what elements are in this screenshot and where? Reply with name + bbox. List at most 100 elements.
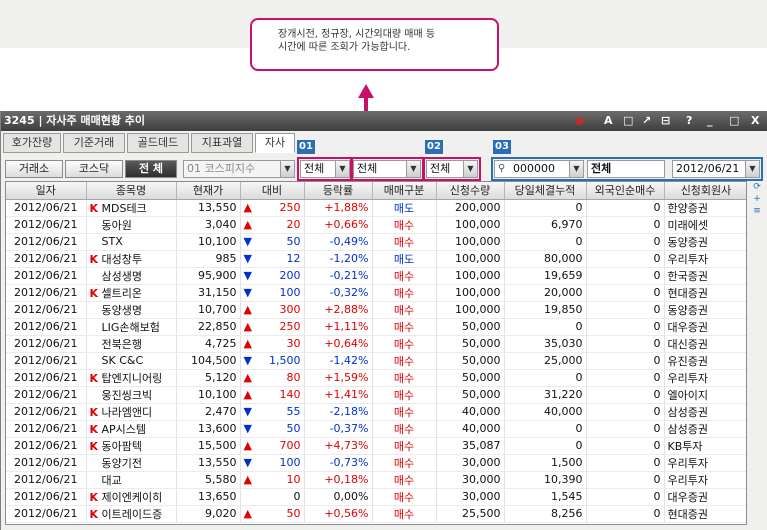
cell-name: K 나라엠앤디: [86, 403, 177, 421]
help-icon[interactable]: ?: [686, 111, 692, 131]
col-price-header[interactable]: 현재가: [176, 182, 241, 200]
col-date-header[interactable]: 일자: [6, 182, 87, 200]
table-row[interactable]: 2012/06/21 K 대성창투 985 ▼ 12 -1,20% 매도 100,000 80,0…: [6, 250, 746, 268]
cell-price: 10,100: [176, 233, 241, 251]
index-select[interactable]: 01 코스피지수 ▼: [183, 160, 295, 178]
diff-value: 50: [286, 235, 301, 248]
table-row[interactable]: 2012/06/21 K 탑엔지니어링 5,120 ▲ 80 +1,59% 매수 50,000 0…: [6, 369, 746, 387]
cell-price: 95,900: [176, 267, 241, 285]
col-qty-header[interactable]: 신청수량: [436, 182, 505, 200]
table-row[interactable]: 2012/06/21 K 셀트리온 31,150 ▼ 100 -0,32% 매수 100,000…: [6, 284, 746, 302]
diff-value: 140: [279, 388, 301, 401]
cell-date: 2012/06/21: [6, 437, 87, 455]
up-arrow-icon: ▲: [243, 371, 252, 384]
cell-name: K 대성창투: [86, 250, 177, 268]
diff-value: 30: [286, 337, 301, 350]
table-row[interactable]: 2012/06/21 웅진씽크빅 10,100 ▲ 140 +1,41% 매수 50,000 3…: [6, 386, 746, 404]
stock-name: STX: [101, 235, 123, 248]
diff-value: 50: [286, 507, 301, 520]
cell-date: 2012/06/21: [6, 454, 87, 472]
expand-icon[interactable]: +: [749, 193, 765, 205]
col-type-header[interactable]: 매매구분: [372, 182, 437, 200]
cell-price: 10,100: [176, 386, 241, 404]
cell-diff: ▼ 1,500: [240, 352, 305, 370]
cell-foreign: 0: [586, 284, 665, 302]
cell-foreign: 0: [586, 301, 665, 319]
kosdaq-button[interactable]: 코스닥: [65, 160, 123, 178]
cell-cum: 6,970: [504, 216, 587, 234]
cell-price: 22,850: [176, 318, 241, 336]
table-row[interactable]: 2012/06/21 LIG손해보험 22,850 ▲ 250 +1,11% 매수 50,00…: [6, 318, 746, 336]
layout-icon[interactable]: ⊟: [661, 111, 670, 131]
col-rate-header[interactable]: 등락률: [304, 182, 373, 200]
stock-name: 대교: [101, 473, 122, 487]
tab-hoga[interactable]: 호가잔량: [3, 133, 61, 153]
minimize-icon[interactable]: _: [707, 111, 713, 131]
kosdaq-marker: K: [89, 507, 99, 521]
table-row[interactable]: 2012/06/21 K 동아팜텍 15,500 ▲ 700 +4,73% 매수 35,087 0…: [6, 437, 746, 455]
stock-name: LIG손해보험: [101, 320, 160, 334]
all-market-button[interactable]: 전 체: [125, 160, 177, 178]
cell-date: 2012/06/21: [6, 471, 87, 489]
cell-foreign: 0: [586, 437, 665, 455]
cell-date: 2012/06/21: [6, 420, 87, 438]
refresh-icon[interactable]: ⟳: [749, 181, 765, 193]
cell-cum: 10,390: [504, 471, 587, 489]
cell-type: 매수: [372, 352, 437, 370]
cell-price: 13,550: [176, 454, 241, 472]
cell-price: 13,650: [176, 488, 241, 506]
cell-price: 10,700: [176, 301, 241, 319]
chevron-down-icon: ▼: [280, 161, 294, 177]
cell-diff: ▲ 300: [240, 301, 305, 319]
table-row[interactable]: 2012/06/21 K 제이엔케이히 13,650 0 0,00% 매수 30,000 1,5…: [6, 488, 746, 506]
col-diff-header[interactable]: 대비: [240, 182, 305, 200]
cell-rate: -0,73%: [304, 454, 373, 472]
table-row[interactable]: 2012/06/21 SK C&C 104,500 ▼ 1,500 -1,42% 매수 50,…: [6, 352, 746, 370]
menu-icon[interactable]: ≡: [749, 205, 765, 217]
close-icon[interactable]: X: [751, 111, 759, 131]
cell-qty: 35,087: [436, 437, 505, 455]
col-name-header[interactable]: 종목명: [86, 182, 177, 200]
table-row[interactable]: 2012/06/21 K 나라엠앤디 2,470 ▼ 55 -2,18% 매수 40,000 40…: [6, 403, 746, 421]
col-broker-header[interactable]: 신청회원사: [664, 182, 746, 200]
tooltip-callout: 장개시전, 정규장, 시간외대량 매매 등 시간에 따른 조회가 가능합니다.: [250, 18, 499, 71]
table-header-row: 일자 종목명 현재가 대비 등락률 매매구분 신청수량 당일체결누적 외국인순매…: [6, 182, 746, 200]
cell-type: 매도: [372, 199, 437, 217]
cell-broker: 삼성증권: [664, 403, 746, 421]
table-row[interactable]: 2012/06/21 전북은행 4,725 ▲ 30 +0,64% 매수 50,000 35,0…: [6, 335, 746, 353]
cell-price: 3,040: [176, 216, 241, 234]
table-row[interactable]: 2012/06/21 동양기전 13,550 ▼ 100 -0,73% 매수 30,000 1,…: [6, 454, 746, 472]
col-foreign-header[interactable]: 외국인순매수: [586, 182, 665, 200]
diff-value: 12: [286, 252, 301, 265]
table-row[interactable]: 2012/06/21 K AP시스템 13,600 ▼ 50 -0,37% 매수 40,000 0…: [6, 420, 746, 438]
tab-indicator[interactable]: 지표과열: [191, 133, 253, 153]
col-cum-header[interactable]: 당일체결누적: [504, 182, 587, 200]
diff-value: 0: [293, 490, 301, 503]
cell-broker: 현대증권: [664, 505, 746, 523]
kospi-button[interactable]: 거래소: [5, 160, 63, 178]
table-row[interactable]: 2012/06/21 대교 5,580 ▲ 10 +0,18% 매수 30,000 10,390…: [6, 471, 746, 489]
cell-name: 동양생명: [86, 301, 177, 319]
cell-qty: 200,000: [436, 199, 505, 217]
table-row[interactable]: 2012/06/21 동아원 3,040 ▲ 20 +0,66% 매수 100,000 6,97…: [6, 216, 746, 234]
badge-03: 03: [493, 140, 511, 154]
font-icon[interactable]: A: [604, 111, 613, 131]
tab-golden-dead[interactable]: 골드데드: [127, 133, 189, 153]
play-icon[interactable]: ▶: [577, 111, 585, 131]
window-icon[interactable]: □: [623, 111, 633, 131]
table-row[interactable]: 2012/06/21 K 이트레이드증 9,020 ▲ 50 +0,56% 매수 25,500 8…: [6, 505, 746, 523]
stock-name: 이트레이드증: [101, 507, 163, 521]
table-row[interactable]: 2012/06/21 동양생명 10,700 ▲ 300 +2,88% 매수 100,000 1…: [6, 301, 746, 319]
cell-broker: 우리투자: [664, 369, 746, 387]
maximize-icon[interactable]: □: [729, 111, 739, 131]
table-row[interactable]: 2012/06/21 K MDS테크 13,550 ▲ 250 +1,88% 매도 200,00…: [6, 199, 746, 217]
cell-foreign: 0: [586, 386, 665, 404]
table-row[interactable]: 2012/06/21 삼성생명 95,900 ▼ 200 -0,21% 매수 100,000 1…: [6, 267, 746, 285]
popout-icon[interactable]: ↗: [642, 111, 651, 131]
tab-base-trade[interactable]: 기준거래: [63, 133, 125, 153]
cell-date: 2012/06/21: [6, 284, 87, 302]
cell-date: 2012/06/21: [6, 488, 87, 506]
tab-treasury-stock[interactable]: 자사: [255, 133, 295, 153]
table-row[interactable]: 2012/06/21 STX 10,100 ▼ 50 -0,49% 매수 100,000 0 0 동…: [6, 233, 746, 251]
cell-rate: +0,18%: [304, 471, 373, 489]
